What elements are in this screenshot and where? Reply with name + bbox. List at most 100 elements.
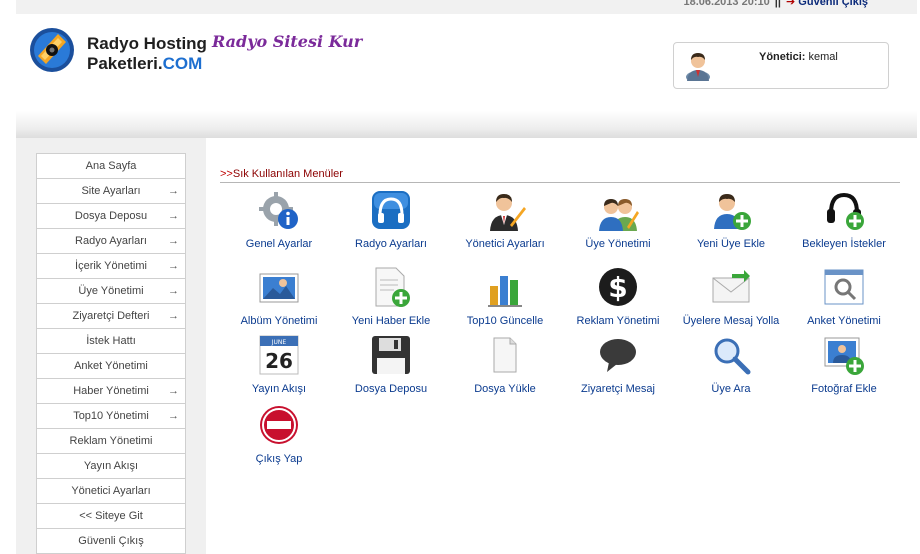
sidebar-item-7[interactable]: İstek Hattı [36,328,186,353]
sidebar-item-label: Top10 Yönetimi [73,410,149,422]
shortcut-label: Ziyaretçi Mesaj [581,383,655,395]
sidebar-item-label: Reklam Yönetimi [69,435,153,447]
shortcut-tile[interactable]: Top10 Güncelle [449,266,561,327]
shortcut-tile[interactable]: Çıkış Yap [223,404,335,465]
sidebar-item-label: << Siteye Git [79,510,143,522]
shortcut-label: Yayın Akışı [251,383,307,395]
settings-gear-info-icon [259,192,298,229]
headset-add-icon [827,192,864,230]
sidebar-item-label: İçerik Yönetimi [75,260,147,272]
sidebar-item-label: Dosya Deposu [74,210,148,222]
document-add-icon [375,267,410,307]
shortcut-tile[interactable]: Ziyaretçi Mesaj [562,334,674,395]
shortcut-tile[interactable]: Bekleyen İstekler [788,189,900,250]
page-header: Radyo Hosting Paketleri.COM Radyo Sitesi… [16,14,917,138]
magnifier-icon [714,338,751,375]
shortcut-label: Reklam Yönetimi [576,315,660,327]
sidebar-item-0[interactable]: Ana Sayfa [36,153,186,178]
shortcut-label: Dosya Yükle [474,383,536,395]
sidebar-item-13[interactable]: Yönetici Ayarları [36,478,186,503]
shortcut-tile[interactable]: Radyo Ayarları [335,189,447,250]
main-content: >>Sık Kullanılan Menüler Genel Ayarlar Ra… [206,138,917,554]
sidebar-item-5[interactable]: Üye Yönetimi → [36,278,186,303]
shortcut-tile[interactable]: Dosya Yükle [449,334,561,395]
sidebar-item-12[interactable]: Yayın Akışı [36,453,186,478]
shortcut-label: Yeni Haber Ekle [351,315,431,327]
chevron-right-icon: → [168,210,179,222]
top-info: 18.06.2013 20:10 || ➔ Güvenli Çıkış [683,0,868,8]
sidebar-item-label: Üye Yönetimi [78,285,144,297]
shortcut-tile[interactable]: $ Reklam Yönetimi [562,266,674,327]
calendar-icon: JUNE 26 [259,335,299,375]
search-window-icon [824,269,864,305]
sidebar-item-label: Güvenli Çıkış [78,535,144,547]
sidebar-item-9[interactable]: Haber Yönetimi → [36,378,186,403]
shortcut-label: Üye Ara [711,383,751,395]
site-logo[interactable]: Radyo Hosting Paketleri.COM [28,22,218,78]
sidebar-item-2[interactable]: Dosya Deposu → [36,203,186,228]
calendar-month: JUNE [271,339,287,346]
shortcut-label: Genel Ayarlar [245,238,313,250]
user-label: Yönetici: kemal [759,51,838,63]
bar-chart-icon [488,276,522,307]
shortcut-label: Anket Yönetimi [807,315,881,327]
chevron-right-icon: → [168,385,179,397]
site-tagline: Radyo Sitesi Kur [212,32,363,51]
sidebar-item-14[interactable]: << Siteye Git [36,503,186,528]
sidebar-item-4[interactable]: İçerik Yönetimi → [36,253,186,278]
sidebar-item-10[interactable]: Top10 Yönetimi → [36,403,186,428]
top-separator: || [774,0,781,8]
speech-bubble-icon [600,339,636,372]
section-prefix: >> [220,168,233,180]
photo-add-icon [824,337,864,375]
users-edit-icon [599,199,639,231]
shortcut-label: Yeni Üye Ekle [696,238,766,250]
sidebar-item-1[interactable]: Site Ayarları → [36,178,186,203]
sidebar-item-label: Anket Yönetimi [74,360,148,372]
shortcut-tile[interactable]: Yeni Üye Ekle [675,189,787,250]
calendar-day: 26 [265,349,293,373]
shortcut-tile[interactable]: Yönetici Ayarları [449,189,561,250]
shortcut-tile[interactable]: Genel Ayarlar [223,189,335,250]
user-avatar-icon [686,53,710,81]
sidebar-item-11[interactable]: Reklam Yönetimi [36,428,186,453]
dollar-icon: $ [599,268,637,306]
sidebar-item-label: Haber Yönetimi [73,385,149,397]
brand-name: Radyo Hosting Paketleri.COM [87,34,207,74]
shortcut-tile[interactable]: Yeni Haber Ekle [335,266,447,327]
brand-line2: Paketleri. [87,54,163,73]
brand-line1: Radyo Hosting [87,34,207,53]
headphones-app-icon [372,191,410,229]
user-add-icon [714,194,751,230]
shortcut-tile[interactable]: Fotoğraf Ekle [788,334,900,395]
logout-arrow-icon: ➔ [786,0,796,8]
chevron-right-icon: → [168,410,179,422]
shortcut-tile[interactable]: Üyelere Mesaj Yolla [675,266,787,327]
shortcut-tile[interactable]: Dosya Deposu [335,334,447,395]
sidebar-menu: Ana Sayfa Site Ayarları → Dosya Deposu → Rady… [36,153,186,554]
shortcut-label: Top10 Güncelle [466,315,544,327]
photo-album-icon [259,273,299,303]
shortcut-tile[interactable]: Üye Yönetimi [562,189,674,250]
file-icon [493,337,517,373]
shortcut-tile[interactable]: Üye Ara [675,334,787,395]
shortcut-tile[interactable]: Anket Yönetimi [788,266,900,327]
section-title-text: Sık Kullanılan Menüler [232,168,343,180]
user-info-box: Yönetici: kemal [673,42,889,89]
sidebar-item-15[interactable]: Güvenli Çıkış [36,528,186,554]
admin-username: kemal [808,51,838,63]
chevron-right-icon: → [168,235,179,247]
shortcut-label: Çıkış Yap [255,453,303,465]
stop-exit-icon [260,406,298,444]
sidebar-item-label: Yönetici Ayarları [71,485,151,497]
sidebar-item-label: Ziyaretçi Defteri [72,310,150,322]
sidebar-item-6[interactable]: Ziyaretçi Defteri → [36,303,186,328]
shortcut-tile[interactable]: JUNE 26 Yayın Akışı [223,334,335,395]
envelope-icon [712,270,750,303]
top-logout-link[interactable]: Güvenli Çıkış [798,0,868,8]
floppy-disk-icon [372,336,410,374]
shortcut-label: Albüm Yönetimi [240,315,318,327]
sidebar-item-8[interactable]: Anket Yönetimi [36,353,186,378]
shortcut-tile[interactable]: Albüm Yönetimi [223,266,335,327]
sidebar-item-3[interactable]: Radyo Ayarları → [36,228,186,253]
